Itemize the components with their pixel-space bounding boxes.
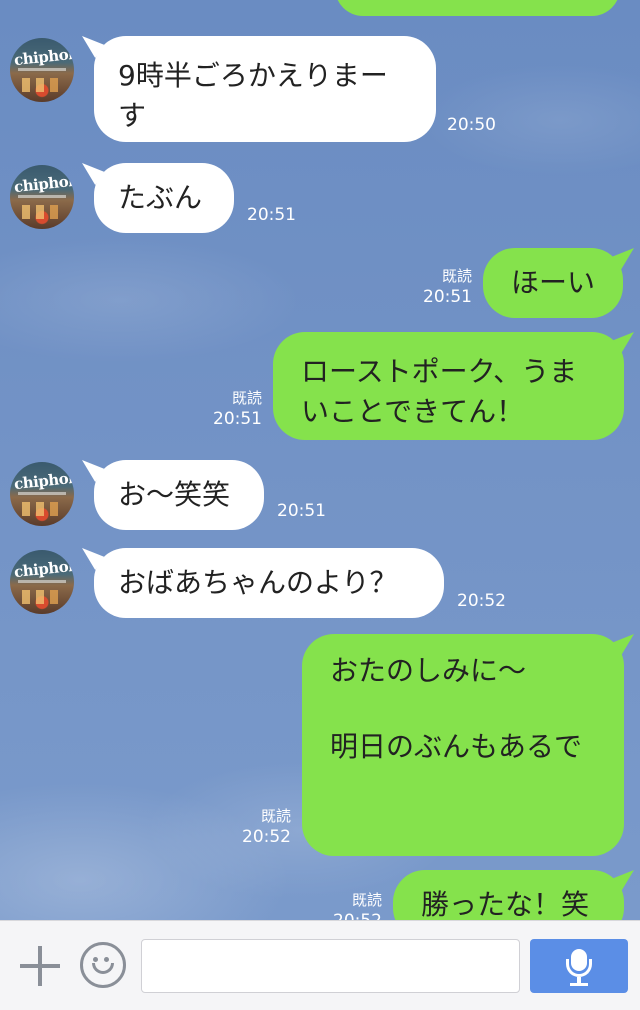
read-receipt: 既読 [260,807,291,825]
message-time: 20:51 [247,205,296,225]
avatar[interactable]: chiphol [10,550,74,614]
microphone-button[interactable] [530,939,628,993]
message-bubble[interactable]: たぶん [94,163,234,233]
avatar-logo-text: chiphol [13,44,74,70]
read-receipt: 既読 [441,267,472,285]
message-time: 20:52 [333,910,382,920]
plus-icon[interactable] [18,944,62,988]
message-bubble[interactable]: おばあちゃんのより？ [94,548,444,618]
message-bubble[interactable]: おたのしみに〜 明日のぶんもあるで [302,634,624,856]
read-receipt: 既読 [231,389,262,407]
emoji-icon[interactable] [80,942,126,988]
message-time: 20:50 [447,115,496,135]
avatar[interactable]: chiphol [10,38,74,102]
avatar[interactable]: chiphol [10,462,74,526]
message-time: 20:52 [242,827,291,847]
message-input[interactable] [141,939,520,993]
message-bubble[interactable]: ほーい [483,248,623,318]
avatar-logo-text: chiphol [13,171,74,197]
message-bubble[interactable]: お〜笑笑 [94,460,264,530]
message-time: 20:52 [457,591,506,611]
avatar-logo-text: chiphol [13,468,74,494]
partial-outgoing-bubble [335,0,620,16]
chat-background: chiphol 9時半ごろかえりまー す 20:50 chiphol たぶん 2… [0,0,640,920]
avatar[interactable]: chiphol [10,165,74,229]
message-bubble[interactable]: 9時半ごろかえりまー す [94,36,436,142]
message-time: 20:51 [277,501,326,521]
message-time: 20:51 [213,409,262,429]
read-receipt: 既読 [351,891,382,909]
message-time: 20:51 [423,287,472,307]
message-bubble[interactable]: ローストポーク、うま いことできてん！ [273,332,624,440]
avatar-logo-text: chiphol [13,556,74,582]
message-bubble[interactable]: 勝ったな！笑 [393,870,624,920]
